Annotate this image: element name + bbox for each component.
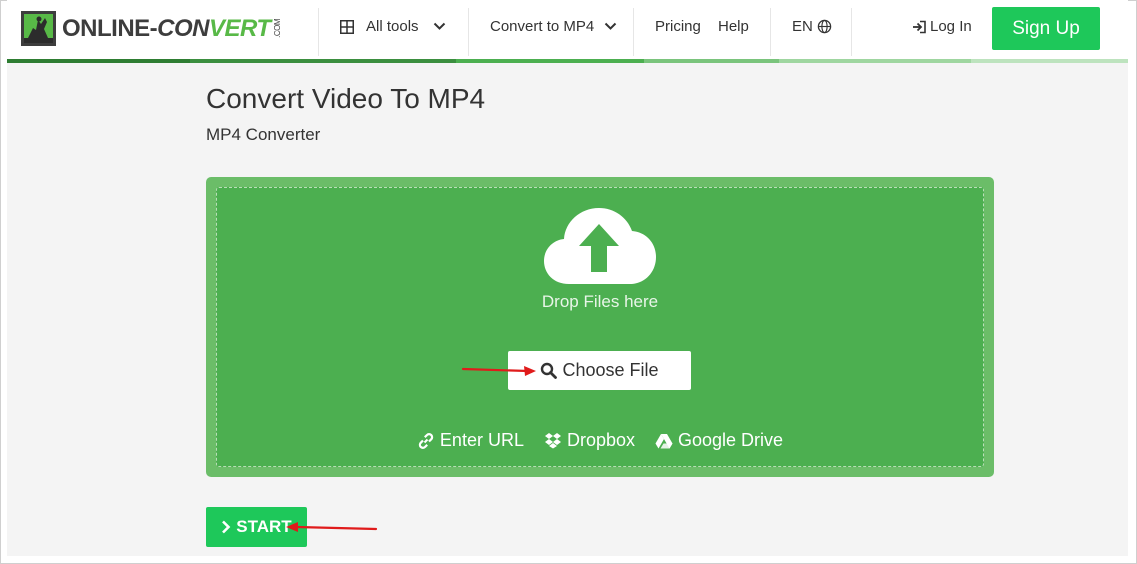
globe-icon [817,19,832,34]
nav-divider [633,8,634,56]
dropbox-label: Dropbox [566,430,636,450]
dropbox-option[interactable]: Dropbox [544,430,635,451]
logo-suffix: .COM [272,19,282,38]
file-dropzone[interactable]: Drop Files here Choose File Enter URL Dr… [206,177,994,477]
login-label: Log In [930,18,972,35]
nav-divider [468,8,469,56]
cloud-upload-icon [544,208,656,284]
site-header: ONLINE - CON VERT .COM All tools Convert to … [7,0,1128,59]
login-link[interactable]: Log In [912,18,972,35]
nav-divider [851,8,852,56]
choose-file-label: Choose File [562,360,659,380]
google-drive-label: Google Drive [678,430,784,450]
enter-url-option[interactable]: Enter URL [417,430,524,451]
all-tools-label: All tools [366,18,419,35]
google-drive-option[interactable]: Google Drive [655,430,783,451]
bottom-margin [7,556,1128,563]
dropzone-inner[interactable]: Drop Files here Choose File Enter URL Dr… [216,187,984,467]
nav-divider [318,8,319,56]
upload-sources: Enter URL Dropbox Google Drive [217,430,983,451]
help-link[interactable]: Help [718,18,749,35]
enter-url-label: Enter URL [439,430,524,450]
page-subtitle: MP4 Converter [206,125,321,144]
logo-part-vert: VERT [209,14,271,42]
convert-to-label: Convert to MP4 [490,18,595,35]
main-content: Convert Video To MP4 MP4 Converter Drop … [7,63,1128,556]
chevron-right-icon [222,520,231,534]
signup-button[interactable]: Sign Up [992,7,1100,50]
annotation-arrow-choose-file [461,366,536,376]
logo-dash: - [149,14,158,42]
site-logo[interactable]: ONLINE - CON VERT .COM [21,10,282,47]
drop-files-text: Drop Files here [541,292,659,311]
logo-figure-icon [21,11,56,46]
search-icon [541,362,558,379]
logo-part-online: ONLINE [62,14,150,42]
dropbox-icon [544,433,561,449]
nav-divider [770,8,771,56]
logo-part-con: CON [157,14,210,42]
pricing-link[interactable]: Pricing [655,18,701,35]
chevron-down-icon [605,22,617,30]
logo-wordmark: ONLINE - CON VERT .COM [62,15,282,43]
annotation-arrow-start [286,522,378,532]
language-selector[interactable]: EN [792,18,832,35]
language-label: EN [792,18,813,35]
link-icon [418,432,434,449]
convert-to-menu[interactable]: Convert to MP4 [490,18,617,35]
page-title: Convert Video To MP4 [206,83,486,114]
grid-icon [340,19,354,34]
chevron-down-icon [433,22,445,30]
all-tools-menu[interactable]: All tools [340,18,446,35]
sign-in-icon [913,20,926,33]
google-drive-icon [655,433,673,448]
